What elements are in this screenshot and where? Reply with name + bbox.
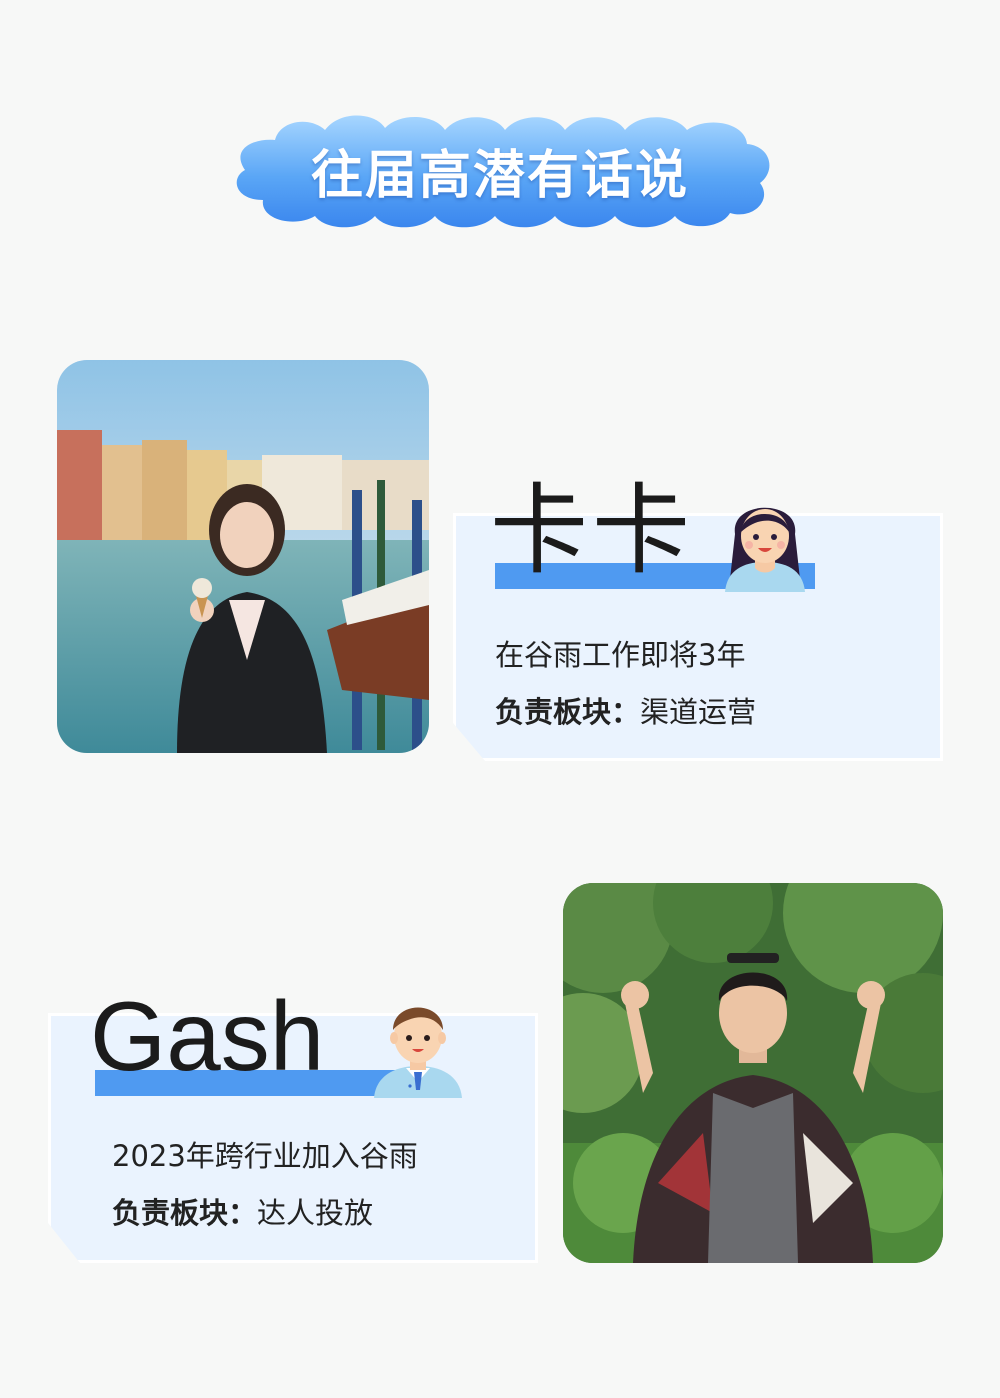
profile-name: 卡卡: [490, 474, 695, 588]
profile-responsibility: 负责板块：渠道运营: [495, 689, 756, 731]
profile-tenure: 2023年跨行业加入谷雨: [112, 1139, 418, 1173]
profile-photo-1: [57, 360, 429, 753]
boy-avatar-icon: [368, 990, 468, 1098]
profile-responsibility: 负责板块：达人投放: [112, 1190, 373, 1232]
profile-tenure: 在谷雨工作即将3年: [495, 638, 746, 672]
title-banner: 往届高潜有话说: [225, 108, 775, 233]
page-title: 往届高潜有话说: [310, 146, 689, 206]
girl-avatar-icon: [715, 484, 815, 592]
profile-name: Gash: [90, 981, 325, 1091]
responsibility-label: 负责板块：: [112, 1196, 258, 1230]
responsibility-label: 负责板块：: [495, 695, 641, 729]
profile-photo-2: [563, 883, 943, 1263]
responsibility-value: 达人投放: [257, 1196, 374, 1230]
responsibility-value: 渠道运营: [640, 695, 757, 729]
